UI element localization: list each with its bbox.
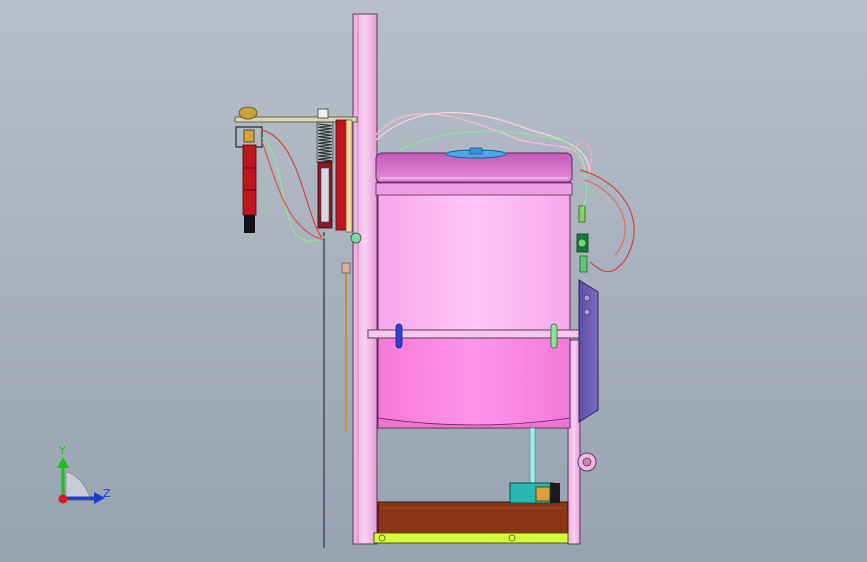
y-axis-arrowhead (57, 457, 69, 468)
green-level-indicator[interactable] (550, 323, 558, 349)
triad-plane (65, 471, 91, 499)
x-axis-dot (58, 494, 68, 504)
coordinate-triad: Y Z (57, 444, 111, 504)
cad-viewport[interactable]: Y Z (0, 0, 867, 562)
blue-level-indicator[interactable] (395, 323, 403, 349)
pump-unit[interactable] (509, 482, 560, 504)
level-sensor-assembly[interactable] (235, 126, 263, 233)
base-platform[interactable] (373, 501, 569, 544)
spring-column[interactable] (316, 119, 353, 233)
side-valve[interactable] (576, 205, 589, 273)
filler-cap[interactable] (445, 147, 507, 159)
side-mounting-plate[interactable] (578, 279, 599, 423)
y-axis-label: Y (58, 444, 66, 457)
drain-pipe[interactable] (529, 427, 536, 485)
tank[interactable] (375, 152, 573, 429)
z-axis-label: Z (103, 487, 111, 500)
assembly-drawing[interactable]: Y Z (0, 0, 867, 562)
vertical-frame-post[interactable] (352, 13, 378, 545)
